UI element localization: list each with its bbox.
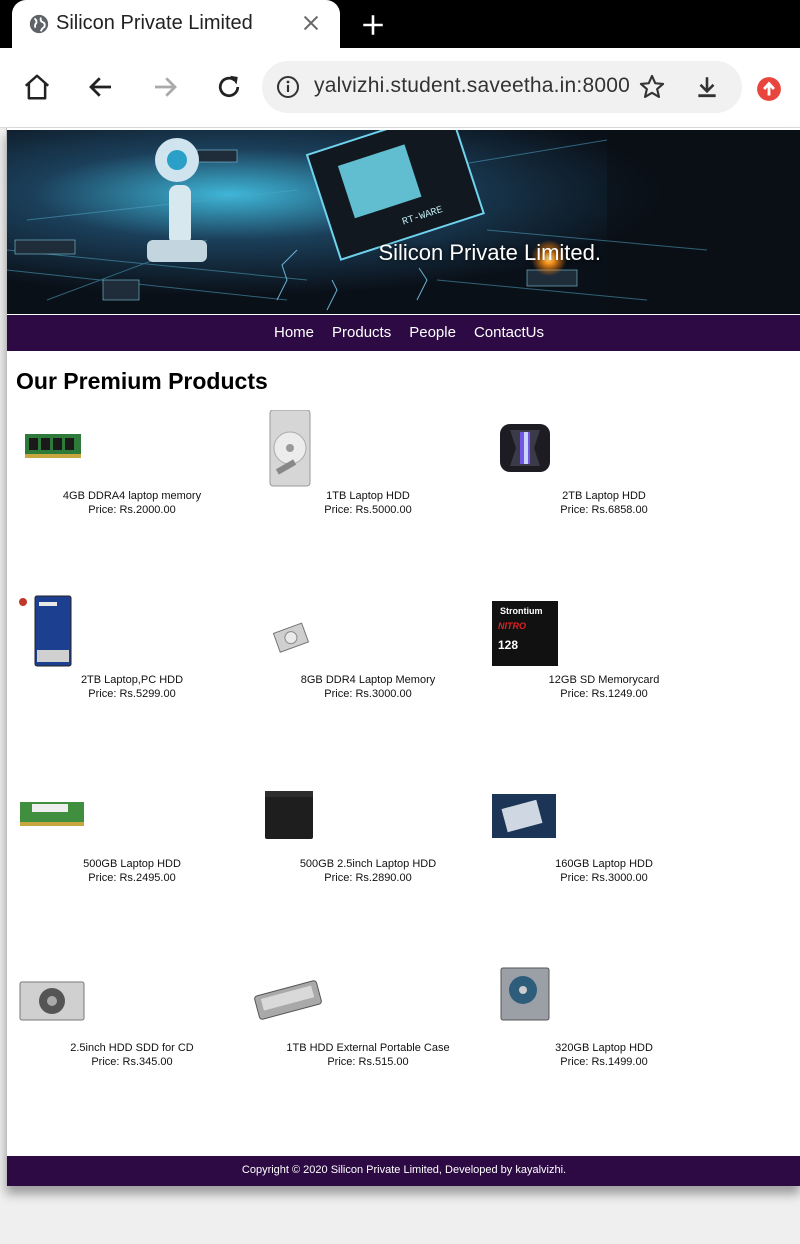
close-tab-icon[interactable]: [300, 12, 322, 34]
product-name: 160GB Laptop HDD: [555, 858, 653, 870]
back-icon[interactable]: [86, 72, 116, 102]
page-viewport: RT-WARE Silicon Private Limited. Home Pr…: [0, 128, 800, 1244]
product-price: Price: Rs.1499.00: [560, 1056, 648, 1068]
product-name: 500GB Laptop HDD: [83, 858, 181, 870]
product-card[interactable]: 4GB DDRA4 laptop memory Price: Rs.2000.0…: [14, 410, 250, 520]
web-page: RT-WARE Silicon Private Limited. Home Pr…: [6, 128, 800, 1186]
tab-strip: Silicon Private Limited: [0, 0, 800, 48]
nav-people[interactable]: People: [409, 324, 456, 341]
product-card[interactable]: 500GB 2.5inch Laptop HDD Price: Rs.2890.…: [250, 778, 486, 888]
svg-text:NITRO: NITRO: [498, 621, 526, 631]
product-card[interactable]: Strontium NITRO 128 12GB SD Memorycard P…: [486, 594, 722, 704]
product-price: Price: Rs.2000.00: [88, 504, 176, 516]
rgb-drive-image: [500, 424, 550, 472]
product-card[interactable]: 2TB Laptop HDD Price: Rs.6858.00: [486, 410, 722, 520]
product-price: Price: Rs.2890.00: [324, 872, 412, 884]
home-icon[interactable]: [22, 72, 52, 102]
info-icon[interactable]: [276, 75, 300, 99]
product-price: Price: Rs.5000.00: [324, 504, 412, 516]
product-card[interactable]: 160GB Laptop HDD Price: Rs.3000.00: [486, 778, 722, 888]
active-tab[interactable]: Silicon Private Limited: [12, 0, 340, 48]
product-card[interactable]: 1TB HDD External Portable Case Price: Rs…: [250, 962, 486, 1072]
product-price: Price: Rs.5299.00: [88, 688, 176, 700]
product-card[interactable]: 2TB Laptop,PC HDD Price: Rs.5299.00: [14, 594, 250, 704]
product-name: 12GB SD Memorycard: [548, 674, 660, 686]
hdd-top-image: [500, 967, 550, 1021]
product-price: Price: Rs.345.00: [91, 1056, 173, 1068]
globe-icon: [29, 14, 49, 34]
page-title: Our Premium Products: [16, 368, 268, 394]
product-name: 1TB HDD External Portable Case: [286, 1042, 450, 1054]
ram-stick-image: [25, 434, 81, 458]
product-price: Price: Rs.2495.00: [88, 872, 176, 884]
ram-stick-image: [20, 802, 84, 826]
svg-text:Strontium: Strontium: [500, 606, 543, 616]
browser-toolbar: yalvizhi.student.saveetha.in:8000: [0, 48, 800, 128]
open-hdd-image: [269, 410, 311, 487]
site-footer: Copyright © 2020 Silicon Private Limited…: [7, 1156, 800, 1186]
product-price: Price: Rs.515.00: [327, 1056, 409, 1068]
product-name: 1TB Laptop HDD: [326, 490, 410, 502]
blue-hdd-image: [19, 595, 72, 667]
address-bar[interactable]: yalvizhi.student.saveetha.in:8000: [262, 61, 742, 113]
product-card[interactable]: 8GB DDR4 Laptop Memory Price: Rs.3000.00: [250, 594, 486, 704]
product-price: Price: Rs.3000.00: [324, 688, 412, 700]
product-name: 320GB Laptop HDD: [555, 1042, 653, 1054]
caddy-image: [19, 981, 85, 1021]
product-price: Price: Rs.3000.00: [560, 872, 648, 884]
product-price: Price: Rs.1249.00: [560, 688, 648, 700]
product-name: 8GB DDR4 Laptop Memory: [300, 674, 436, 686]
small-hdd-image: [272, 622, 310, 653]
product-card[interactable]: 320GB Laptop HDD Price: Rs.1499.00: [486, 962, 722, 1072]
banner-title: Silicon Private Limited.: [378, 240, 601, 265]
main-nav: Home Products People ContactUs: [7, 315, 800, 351]
product-price: Price: Rs.6858.00: [560, 504, 648, 516]
product-name: 2TB Laptop,PC HDD: [80, 674, 184, 686]
nav-contactus[interactable]: ContactUs: [474, 324, 544, 341]
forward-icon[interactable]: [150, 72, 180, 102]
svg-text:128: 128: [498, 638, 518, 652]
circuit-board-image: RT-WARE: [7, 130, 800, 314]
enclosure-image: [254, 980, 322, 1020]
reload-icon[interactable]: [214, 72, 244, 102]
product-name: 2.5inch HDD SDD for CD: [70, 1042, 194, 1054]
download-icon[interactable]: [694, 73, 720, 101]
product-name: 4GB DDRA4 laptop memory: [62, 490, 202, 502]
product-card[interactable]: 2.5inch HDD SDD for CD Price: Rs.345.00: [14, 962, 250, 1072]
product-card[interactable]: 500GB Laptop HDD Price: Rs.2495.00: [14, 778, 250, 888]
black-drive-image: [265, 791, 313, 839]
product-card[interactable]: 1TB Laptop HDD Price: Rs.5000.00: [250, 410, 486, 520]
nav-products[interactable]: Products: [332, 324, 391, 341]
nav-home[interactable]: Home: [274, 324, 314, 341]
url-text: yalvizhi.student.saveetha.in:8000: [314, 74, 630, 97]
hdd-photo-image: [492, 794, 556, 838]
new-tab-icon[interactable]: [360, 12, 386, 38]
product-name: 2TB Laptop HDD: [562, 490, 646, 502]
product-name: 500GB 2.5inch Laptop HDD: [299, 858, 437, 870]
tab-title: Silicon Private Limited: [56, 12, 253, 34]
bookmark-star-icon[interactable]: [638, 73, 666, 101]
sd-card-image: Strontium NITRO 128: [492, 601, 558, 666]
update-icon[interactable]: [756, 76, 782, 102]
hero-banner: RT-WARE Silicon Private Limited.: [7, 130, 800, 314]
